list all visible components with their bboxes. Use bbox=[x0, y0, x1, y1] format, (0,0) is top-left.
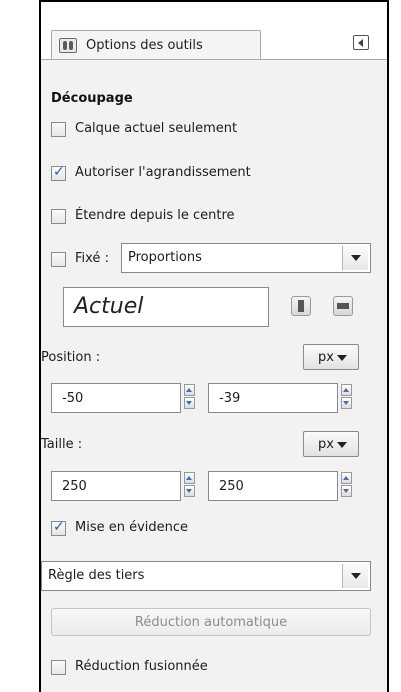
guides-select[interactable]: Règle des tiers bbox=[41, 561, 371, 591]
highlight-label: Mise en évidence bbox=[75, 520, 189, 535]
arrow-up-icon[interactable] bbox=[184, 472, 195, 484]
size-height-value: 250 bbox=[219, 479, 244, 494]
tab-tool-options[interactable]: Options des outils bbox=[51, 30, 261, 60]
arrow-down-icon[interactable] bbox=[184, 397, 195, 409]
landscape-icon[interactable] bbox=[333, 296, 353, 316]
current-layer-only-checkbox[interactable] bbox=[51, 122, 66, 137]
position-unit-select[interactable]: px bbox=[303, 344, 359, 370]
size-width-value: 250 bbox=[62, 479, 87, 494]
arrow-up-icon[interactable] bbox=[184, 384, 195, 396]
size-height-stepper[interactable] bbox=[341, 472, 352, 498]
auto-shrink-label: Réduction automatique bbox=[134, 615, 288, 630]
position-unit-value: px bbox=[318, 350, 334, 365]
section-title: Découpage bbox=[51, 91, 133, 106]
fixed-mode-value: Proportions bbox=[128, 250, 202, 265]
arrow-down-icon[interactable] bbox=[184, 485, 195, 497]
crop-options-panel: Découpage Calque actuel seulement Autori… bbox=[41, 59, 387, 692]
size-unit-select[interactable]: px bbox=[303, 431, 359, 457]
arrow-down-icon[interactable] bbox=[341, 485, 352, 497]
size-label: Taille : bbox=[41, 437, 83, 452]
aspect-ratio-value: Actuel bbox=[74, 294, 144, 319]
position-label: Position : bbox=[41, 350, 101, 365]
highlight-checkbox[interactable] bbox=[51, 519, 66, 536]
shrink-merged-checkbox[interactable] bbox=[51, 660, 66, 675]
aspect-ratio-input[interactable]: Actuel bbox=[63, 287, 269, 327]
position-y-value: -39 bbox=[219, 391, 241, 406]
position-x-stepper[interactable] bbox=[184, 384, 195, 410]
guides-value: Règle des tiers bbox=[48, 568, 145, 583]
dock-tabbar: Options des outils bbox=[41, 2, 387, 60]
size-unit-value: px bbox=[318, 437, 334, 452]
expand-from-center-checkbox[interactable] bbox=[51, 209, 66, 224]
panel-menu-icon[interactable] bbox=[353, 35, 369, 50]
current-layer-only-label: Calque actuel seulement bbox=[75, 121, 238, 136]
expand-from-center-label: Étendre depuis le centre bbox=[75, 208, 235, 223]
size-width-stepper[interactable] bbox=[184, 472, 195, 498]
auto-shrink-button[interactable]: Réduction automatique bbox=[51, 608, 371, 636]
allow-growing-checkbox[interactable] bbox=[51, 164, 66, 181]
arrow-up-icon[interactable] bbox=[341, 472, 352, 484]
size-width-input[interactable]: 250 bbox=[51, 471, 181, 501]
position-y-input[interactable]: -39 bbox=[208, 383, 338, 413]
fixed-checkbox[interactable] bbox=[51, 252, 66, 267]
chevron-down-icon[interactable] bbox=[342, 564, 368, 588]
arrow-down-icon[interactable] bbox=[341, 397, 352, 409]
arrow-up-icon[interactable] bbox=[341, 384, 352, 396]
tool-options-dock: Options des outils Découpage Calque actu… bbox=[39, 0, 389, 692]
fixed-mode-select[interactable]: Proportions bbox=[121, 243, 371, 273]
allow-growing-label: Autoriser l'agrandissement bbox=[75, 165, 251, 180]
position-x-input[interactable]: -50 bbox=[51, 383, 181, 413]
position-x-value: -50 bbox=[62, 391, 84, 406]
chevron-down-icon[interactable] bbox=[342, 246, 368, 270]
tab-label: Options des outils bbox=[86, 38, 203, 53]
position-y-stepper[interactable] bbox=[341, 384, 352, 410]
fixed-label: Fixé : bbox=[75, 251, 109, 266]
portrait-icon[interactable] bbox=[291, 296, 311, 316]
tool-options-icon bbox=[59, 38, 77, 53]
size-height-input[interactable]: 250 bbox=[208, 471, 338, 501]
shrink-merged-label: Réduction fusionnée bbox=[75, 659, 208, 674]
